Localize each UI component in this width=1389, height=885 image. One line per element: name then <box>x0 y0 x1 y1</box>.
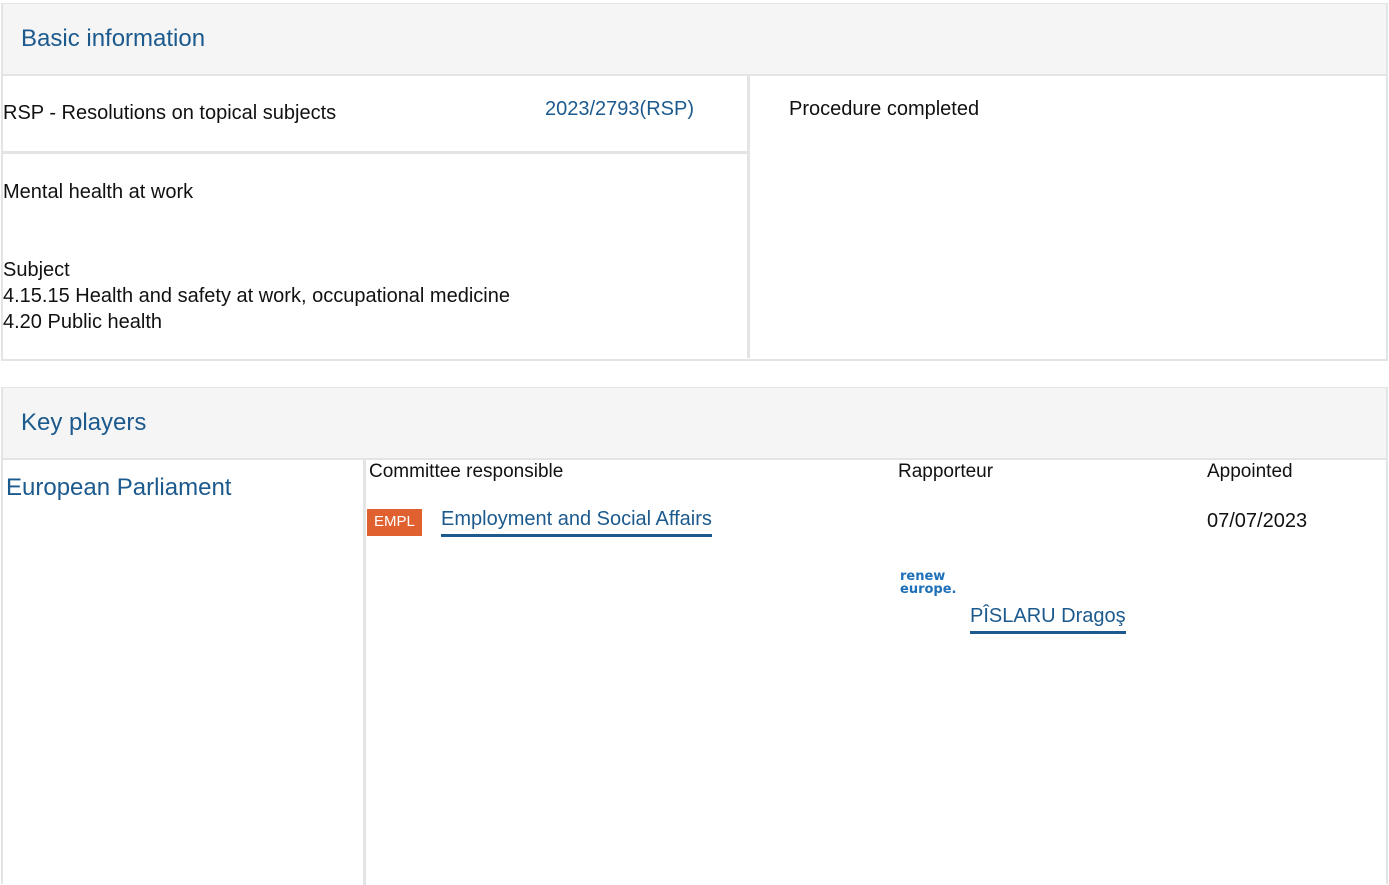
institution-name: European Parliament <box>6 474 232 501</box>
committee-link[interactable]: Employment and Social Affairs <box>441 508 712 537</box>
procedure-details: RSP - Resolutions on topical subjects 20… <box>3 76 750 358</box>
key-players-panel: Key players European Parliament <box>1 387 1388 885</box>
procedure-type: RSP - Resolutions on topical subjects <box>3 102 337 124</box>
renew-europe-logo: renew europe. <box>900 569 957 597</box>
procedure-status: Procedure completed <box>789 98 980 120</box>
appointed-date: 07/07/2023 <box>1207 510 1308 532</box>
institution-column: European Parliament <box>3 460 366 885</box>
basic-information-panel: Basic information RSP - Resolutions on t… <box>1 3 1388 361</box>
subject-item: 4.20 Public health <box>3 311 163 333</box>
procedure-type-row: RSP - Resolutions on topical subjects 20… <box>3 76 747 154</box>
key-players-heading: Key players <box>3 388 1386 460</box>
committee-code-badge: EMPL <box>367 509 422 536</box>
appointed-header: Appointed <box>1207 461 1293 482</box>
subject-item: 4.15.15 Health and safety at work, occup… <box>3 285 510 307</box>
basic-information-heading: Basic information <box>3 4 1386 76</box>
rapporteur-link[interactable]: PÎSLARU Dragoş <box>970 605 1126 634</box>
subject-block: Subject 4.15.15 Health and safety at wor… <box>3 257 510 335</box>
subject-label: Subject <box>3 259 70 281</box>
procedure-reference-link[interactable]: 2023/2793(RSP) <box>545 98 694 121</box>
procedure-title: Mental health at work <box>3 181 194 203</box>
rapporteur-header: Rapporteur <box>898 461 994 482</box>
basic-information-body: RSP - Resolutions on topical subjects 20… <box>3 76 1386 358</box>
committee-responsible-header: Committee responsible <box>369 461 564 482</box>
procedure-status-cell: Procedure completed <box>753 76 1386 358</box>
